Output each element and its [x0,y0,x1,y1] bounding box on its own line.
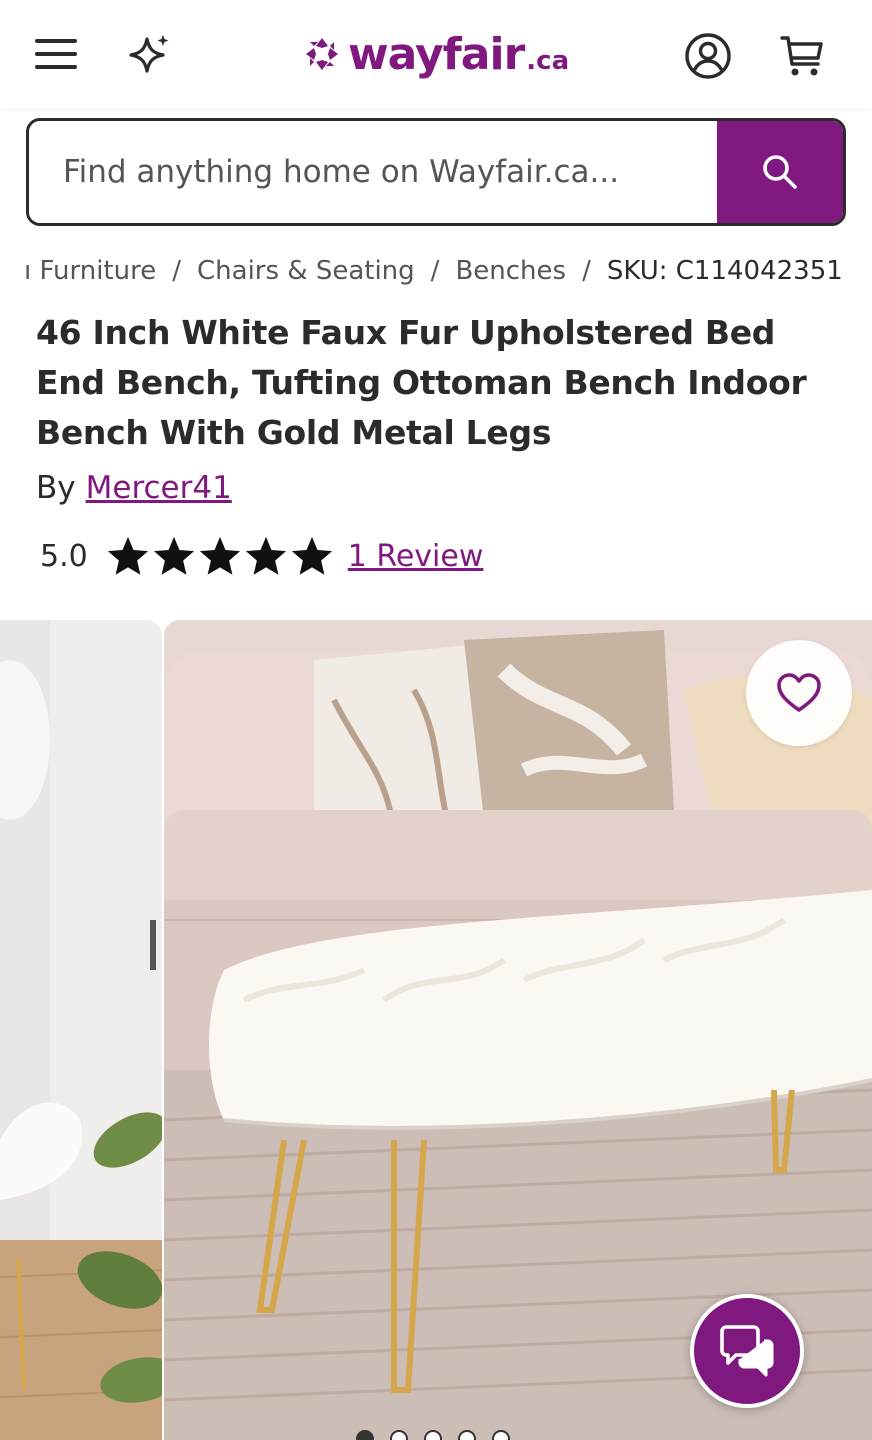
rating-value: 5.0 [40,538,88,574]
breadcrumb-item-furniture[interactable]: ı Furniture [24,256,156,286]
carousel-dot[interactable] [492,1430,510,1440]
by-label: By [36,470,76,506]
breadcrumb: ı Furniture / Chairs & Seating / Benches… [24,252,872,290]
cart-icon [780,36,823,76]
carousel-dot[interactable] [424,1430,442,1440]
star-icon [245,536,286,575]
previous-image-illustration [0,620,162,1440]
top-header: wayfair .ca [0,0,872,108]
menu-button[interactable] [30,30,82,78]
carousel-dot[interactable] [390,1430,408,1440]
cart-button[interactable] [774,28,830,84]
carousel-dot[interactable] [356,1430,374,1440]
wayfair-logo[interactable]: wayfair .ca [302,24,569,84]
chat-button[interactable] [690,1294,804,1408]
rating-row: 5.0 1 Review [40,534,483,578]
product-title: 46 Inch White Faux Fur Upholstered Bed E… [36,313,807,452]
logo-tld: .ca [526,46,570,76]
brand-link[interactable]: Mercer41 [86,470,232,506]
breadcrumb-item-benches[interactable]: Benches [455,256,566,286]
breadcrumb-separator: / [172,256,181,286]
search-input[interactable] [29,121,717,223]
breadcrumb-separator: / [430,256,440,286]
ai-assist-button[interactable] [124,28,176,80]
pinwheel-logo-icon [306,38,338,70]
search-button[interactable] [717,121,843,223]
favorite-button[interactable] [746,640,852,746]
star-icon [153,536,194,575]
product-byline: By Mercer41 [36,470,232,506]
heart-icon [777,673,821,712]
account-button[interactable] [680,28,736,84]
search-icon [763,155,797,189]
star-icon [107,536,148,575]
star-icon [199,536,240,575]
logo-wordmark: wayfair [348,28,525,80]
search-bar [26,118,846,226]
breadcrumb-item-chairs-seating[interactable]: Chairs & Seating [197,256,415,286]
carousel-dot[interactable] [458,1430,476,1440]
reviews-link[interactable]: 1 Review [348,539,484,574]
sparkle-icon [129,35,169,73]
star-rating [106,535,334,577]
hamburger-menu-icon [35,39,77,69]
breadcrumb-separator: / [582,256,591,286]
chat-bubbles-icon [720,1325,774,1377]
star-icon [291,536,332,575]
account-icon [685,33,731,79]
sku-label: SKU: C114042351 [606,256,843,286]
carousel-pagination [356,1430,510,1440]
previous-product-image[interactable] [0,620,162,1440]
